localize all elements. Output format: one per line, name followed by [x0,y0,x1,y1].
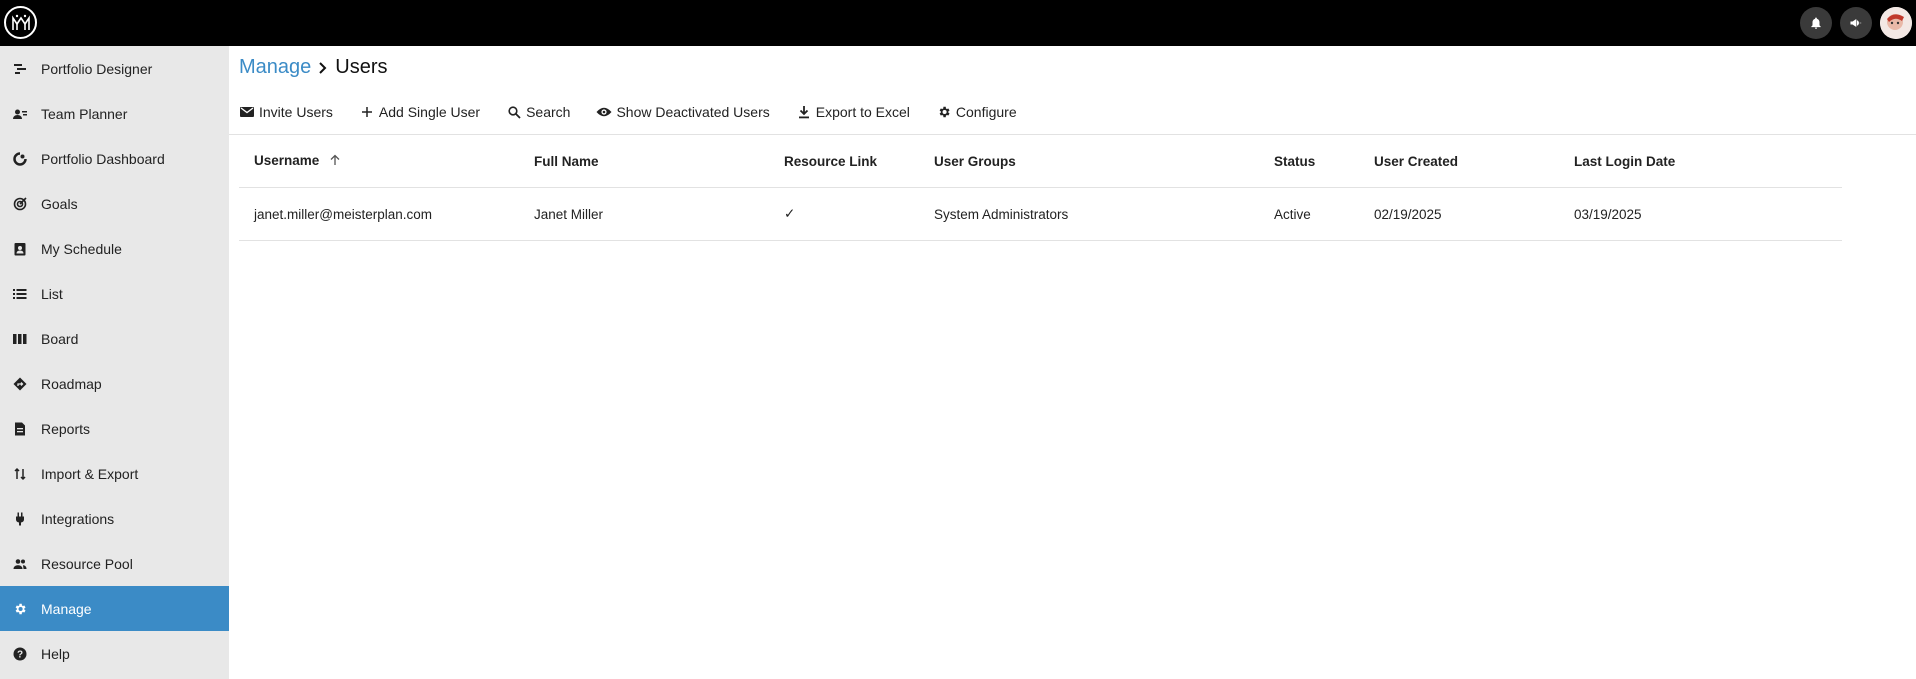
toolbar: Invite Users Add Single User Search Show… [239,100,1043,124]
sidebar-item-roadmap[interactable]: Roadmap [0,361,229,406]
cell-user-groups: System Administrators [934,206,1069,222]
sidebar-item-label: Portfolio Dashboard [41,150,165,167]
header-status[interactable]: Status [1259,154,1359,169]
header-resource-link[interactable]: Resource Link [769,154,919,169]
configure-label: Configure [955,104,1017,120]
sidebar-item-my-schedule[interactable]: My Schedule [0,226,229,271]
sidebar-item-label: Help [41,645,70,662]
header-user-groups[interactable]: User Groups [919,154,1259,169]
search-label: Search [526,104,571,120]
eye-icon [596,104,612,120]
sidebar-item-label: Board [41,330,79,347]
plug-icon [12,511,28,527]
cell-resource-link: ✓ [784,206,796,221]
sidebar-item-board[interactable]: Board [0,316,229,361]
header-last-login-date[interactable]: Last Login Date [1559,154,1842,169]
header-username-label: Username [254,153,320,169]
show-deactivated-users-button[interactable]: Show Deactivated Users [596,104,770,120]
add-single-user-button[interactable]: Add Single User [359,104,480,120]
board-icon [12,331,28,347]
cell-last-login: 03/19/2025 [1574,206,1642,222]
sidebar-item-label: Reports [41,420,91,437]
cell-user-created: 02/19/2025 [1374,206,1442,222]
breadcrumb-manage-link[interactable]: Manage [239,56,311,79]
sidebar-item-import-export[interactable]: Import & Export [0,451,229,496]
top-bar [0,0,1916,46]
export-to-excel-button[interactable]: Export to Excel [796,104,910,120]
roadmap-icon [12,376,28,392]
search-button[interactable]: Search [506,104,570,120]
dashboard-icon [12,151,28,167]
sidebar-item-label: Manage [41,600,92,617]
main-content: Manage Users Invite Users Add Single Use… [229,46,1916,679]
sort-ascending-icon[interactable] [329,154,341,169]
sidebar-item-label: My Schedule [41,240,122,257]
invite-users-button[interactable]: Invite Users [239,104,333,120]
goals-icon [12,196,28,212]
sidebar-item-reports[interactable]: Reports [0,406,229,451]
search-icon [506,104,522,120]
show-deactivated-label: Show Deactivated Users [616,104,770,120]
cell-username: janet.miller@meisterplan.com [254,206,433,222]
table-row[interactable]: janet.miller@meisterplan.com Janet Mille… [239,188,1842,241]
add-single-user-label: Add Single User [378,104,481,120]
header-full-name[interactable]: Full Name [519,154,769,169]
sidebar: Portfolio Designer Team Planner Portfoli… [0,46,229,679]
sidebar-item-label: Goals [41,195,78,212]
reports-icon [12,421,28,437]
schedule-icon [12,241,28,257]
sidebar-item-label: Import & Export [41,465,139,482]
list-icon [12,286,28,302]
users-table: Username Full Name Resource Link User Gr… [239,135,1842,241]
export-label: Export to Excel [815,104,910,120]
svg-text:?: ? [17,649,23,660]
avatar[interactable] [1880,7,1912,39]
sidebar-item-label: Team Planner [41,105,128,122]
sidebar-item-integrations[interactable]: Integrations [0,496,229,541]
cell-status: Active [1274,206,1311,222]
portfolio-designer-icon [12,61,28,77]
sidebar-item-portfolio-dashboard[interactable]: Portfolio Dashboard [0,136,229,181]
table-header: Username Full Name Resource Link User Gr… [239,135,1842,188]
gear-icon [12,601,28,617]
sidebar-item-team-planner[interactable]: Team Planner [0,91,229,136]
invite-users-label: Invite Users [259,104,333,120]
plus-icon [359,104,375,120]
bell-icon[interactable] [1800,7,1832,39]
team-planner-icon [12,106,28,122]
sidebar-item-help[interactable]: ? Help [0,631,229,676]
sidebar-item-goals[interactable]: Goals [0,181,229,226]
sidebar-item-portfolio-designer[interactable]: Portfolio Designer [0,46,229,91]
download-icon [796,104,812,120]
cell-full-name: Janet Miller [534,206,604,222]
sidebar-item-label: Resource Pool [41,555,133,572]
sidebar-item-list[interactable]: List [0,271,229,316]
import-export-icon [12,466,28,482]
mail-icon [239,104,255,120]
meisterplan-logo[interactable] [4,6,37,39]
sidebar-item-label: List [41,285,63,302]
megaphone-icon[interactable] [1840,7,1872,39]
gear-icon [936,104,952,120]
chevron-right-icon [317,61,329,75]
sidebar-item-label: Portfolio Designer [41,60,153,77]
people-icon [12,556,28,572]
header-username[interactable]: Username [239,153,519,169]
configure-button[interactable]: Configure [936,104,1017,120]
sidebar-item-manage[interactable]: Manage [0,586,229,631]
sidebar-item-resource-pool[interactable]: Resource Pool [0,541,229,586]
sidebar-item-label: Integrations [41,510,115,527]
breadcrumb: Manage Users [239,56,388,79]
page-title: Users [335,56,388,78]
sidebar-item-label: Roadmap [41,375,102,392]
header-user-created[interactable]: User Created [1359,154,1559,169]
help-icon: ? [12,646,28,662]
